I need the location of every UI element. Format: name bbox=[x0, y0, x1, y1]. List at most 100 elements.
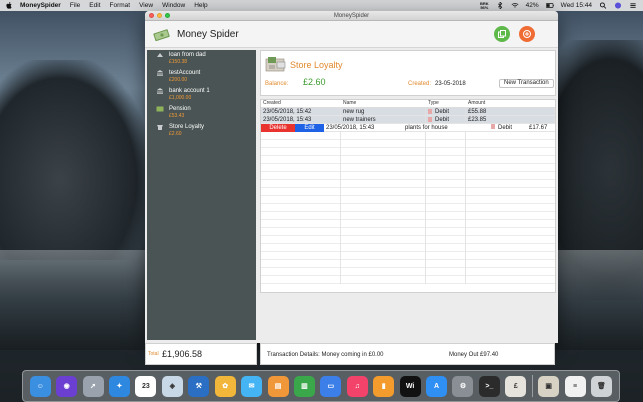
account-balance: £2.60 bbox=[169, 131, 182, 137]
store-loyalty-icon bbox=[265, 57, 286, 72]
status-area: BRK 56% 42% Wed 15:44 bbox=[480, 1, 637, 10]
column-amount[interactable]: Amount bbox=[466, 100, 555, 107]
add-account-button[interactable] bbox=[519, 26, 535, 42]
money-logo-icon bbox=[153, 29, 170, 41]
bank-icon bbox=[157, 88, 163, 94]
sidebar-item-bank-account-1[interactable]: bank account 1 £1,000.00 bbox=[147, 86, 256, 104]
cell-created: 23/05/2018, 15:43 bbox=[326, 125, 375, 131]
bank-icon bbox=[157, 70, 163, 76]
preview-icon[interactable]: ◈ bbox=[161, 375, 183, 397]
sidebar-item-loan-from-dad[interactable]: loan from dad £150.38 bbox=[147, 50, 256, 68]
terminal-icon[interactable]: >_ bbox=[478, 375, 500, 397]
finder-icon[interactable]: ☺ bbox=[29, 375, 51, 397]
menu-view[interactable]: View bbox=[139, 2, 153, 9]
sidebar-item-pension[interactable]: Pension £53.43 bbox=[147, 104, 256, 122]
keynote-presentation-icon[interactable]: ▭ bbox=[320, 375, 342, 397]
menu-window[interactable]: Window bbox=[162, 2, 185, 9]
empty-table-row bbox=[261, 220, 555, 228]
apple-icon[interactable] bbox=[6, 2, 12, 9]
wifi-icon[interactable] bbox=[511, 2, 519, 9]
table-header: Created Name Type Amount bbox=[261, 100, 555, 108]
empty-table-row bbox=[261, 244, 555, 252]
money-spider-icon[interactable]: £ bbox=[505, 375, 527, 397]
calendar-icon[interactable]: 23 bbox=[135, 375, 157, 397]
title-bar[interactable]: MoneySpider bbox=[145, 11, 558, 21]
memory-status[interactable]: BRK 56% bbox=[480, 1, 489, 10]
books-icon[interactable]: ▮ bbox=[373, 375, 395, 397]
money-spider-window: MoneySpider Money Spider loan from dad £… bbox=[145, 11, 558, 343]
system-preferences-icon[interactable]: ⚙ bbox=[452, 375, 474, 397]
table-row[interactable]: 23/05/2018, 15:43 new trainers Debit £23… bbox=[261, 116, 555, 124]
cell-name: plants for house bbox=[405, 125, 448, 131]
document-icon[interactable]: ≡ bbox=[564, 375, 586, 397]
music-icon[interactable]: ♫ bbox=[346, 375, 368, 397]
empty-table-row bbox=[261, 252, 555, 260]
empty-table-row bbox=[261, 268, 555, 276]
created-label: Created: bbox=[408, 81, 432, 87]
edit-row-button[interactable]: Edit bbox=[295, 124, 324, 132]
launchpad-icon[interactable]: ➚ bbox=[82, 375, 104, 397]
sidebar-item-store-loyalty[interactable]: Store Loyalty £2.60 bbox=[147, 122, 256, 140]
wifi-explorer-icon[interactable]: Wi bbox=[399, 375, 421, 397]
account-balance: £1,000.00 bbox=[169, 95, 192, 101]
account-name: loan from dad bbox=[169, 52, 206, 58]
store-icon bbox=[157, 125, 163, 130]
photos-icon[interactable]: ✿ bbox=[214, 375, 236, 397]
column-name[interactable]: Name bbox=[341, 100, 426, 107]
cell-amount: £17.67 bbox=[529, 125, 548, 131]
trash-icon[interactable]: 🗑 bbox=[590, 375, 612, 397]
empty-rows bbox=[261, 132, 555, 284]
battery-percent[interactable]: 42% bbox=[526, 2, 539, 9]
empty-table-row bbox=[261, 236, 555, 244]
empty-table-row bbox=[261, 164, 555, 172]
spotlight-icon[interactable] bbox=[599, 2, 607, 9]
empty-table-row bbox=[261, 260, 555, 268]
safari-icon[interactable]: ✦ bbox=[108, 375, 130, 397]
siri-menu-icon[interactable] bbox=[614, 2, 622, 9]
battery-icon[interactable] bbox=[545, 2, 554, 9]
duplicate-icon bbox=[498, 30, 506, 38]
account-name: Pension bbox=[169, 106, 191, 112]
bluetooth-icon[interactable] bbox=[496, 2, 504, 9]
numbers-icon[interactable]: ▥ bbox=[293, 375, 315, 397]
table-row[interactable]: 23/05/2018, 15:42 new rug Debit £55.88 bbox=[261, 108, 555, 116]
empty-table-row bbox=[261, 228, 555, 236]
menu-format[interactable]: Format bbox=[110, 2, 131, 9]
keynote-icon[interactable]: ▤ bbox=[267, 375, 289, 397]
total-value: £1,906.58 bbox=[162, 349, 203, 359]
pension-icon bbox=[156, 106, 164, 112]
table-row-swiped[interactable]: Delete Edit 23/05/2018, 15:43 plants for… bbox=[261, 124, 555, 132]
account-balance: £150.38 bbox=[169, 59, 188, 65]
clock[interactable]: Wed 15:44 bbox=[561, 2, 592, 9]
menu-app-name[interactable]: MoneySpider bbox=[20, 2, 61, 9]
column-type[interactable]: Type bbox=[426, 100, 466, 107]
duplicate-button[interactable] bbox=[494, 26, 510, 42]
image-capture-icon[interactable]: ▣ bbox=[538, 375, 560, 397]
account-balance: £53.43 bbox=[169, 113, 185, 119]
xcode-icon[interactable]: ⚒ bbox=[188, 375, 210, 397]
cell-created: 23/05/2018, 15:43 bbox=[261, 116, 341, 123]
money-out-text: Money Out £97.40 bbox=[449, 352, 499, 358]
cell-type: Debit bbox=[491, 124, 512, 132]
column-created[interactable]: Created bbox=[261, 100, 341, 107]
delete-row-button[interactable]: Delete bbox=[261, 124, 295, 132]
siri-icon[interactable]: ◉ bbox=[56, 375, 78, 397]
desktop-cliff-left bbox=[0, 60, 150, 260]
cell-name: new rug bbox=[341, 108, 426, 115]
plus-icon bbox=[523, 30, 531, 38]
sidebar-item-testaccount[interactable]: testAccount £200.00 bbox=[147, 68, 256, 86]
cell-name: new trainers bbox=[341, 116, 426, 123]
app-store-icon[interactable]: A bbox=[426, 375, 448, 397]
new-transaction-button[interactable]: New Transaction bbox=[499, 79, 554, 88]
empty-table-row bbox=[261, 132, 555, 140]
menu-file[interactable]: File bbox=[70, 2, 80, 9]
notification-center-icon[interactable] bbox=[629, 2, 637, 9]
loan-icon bbox=[157, 53, 163, 57]
dock: ☺ ◉ ➚ ✦ 23 ◈ ⚒ ✿ ✉ ▤ ▥ ▭ ♫ ▮ Wi A ⚙ >_ £ ▣ ≡ 🗑 bbox=[22, 370, 620, 402]
menu-edit[interactable]: Edit bbox=[89, 2, 100, 9]
messages-icon[interactable]: ✉ bbox=[241, 375, 263, 397]
account-name: bank account 1 bbox=[169, 88, 210, 94]
empty-table-row bbox=[261, 180, 555, 188]
menu-help[interactable]: Help bbox=[194, 2, 207, 9]
created-value: 23-05-2018 bbox=[435, 81, 466, 87]
